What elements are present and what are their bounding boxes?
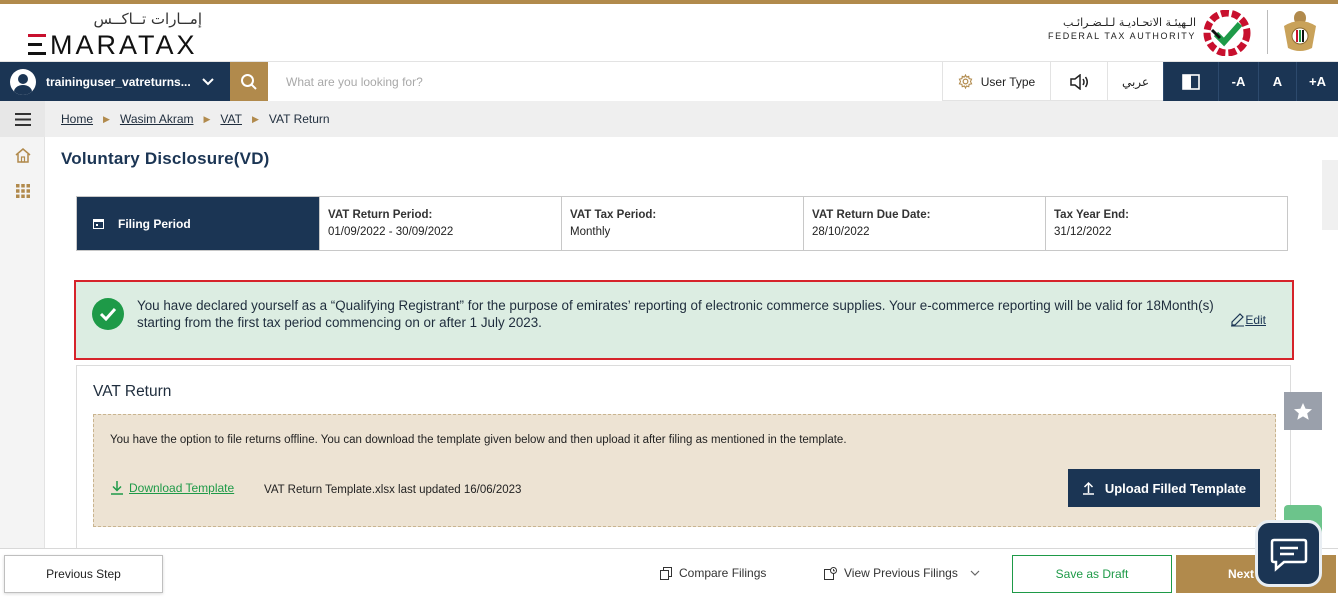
language-toggle[interactable]: عربي — [1107, 62, 1163, 101]
menu-icon — [14, 112, 31, 126]
breadcrumb-separator-icon: ▶ — [203, 113, 211, 124]
chevron-down-icon — [970, 570, 980, 576]
upload-template-button[interactable]: Upload Filled Template — [1068, 469, 1260, 507]
search-icon — [241, 73, 257, 90]
uae-emblem-icon — [1284, 11, 1316, 51]
chat-icon — [1270, 538, 1307, 572]
header-divider — [1267, 10, 1268, 54]
fta-english-name: FEDERAL TAX AUTHORITY — [1048, 31, 1196, 41]
star-icon — [1294, 402, 1312, 420]
font-decrease-button[interactable]: -A — [1218, 62, 1258, 101]
vat-tax-period-value: Monthly — [570, 226, 611, 238]
upload-icon — [1082, 481, 1094, 495]
user-type-label: User Type — [980, 74, 1036, 89]
favorite-button[interactable] — [1284, 392, 1322, 430]
filing-period-heading: Filing Period — [77, 197, 319, 250]
vat-tax-period-cell: VAT Tax Period: Monthly — [561, 197, 803, 250]
qualifying-registrant-notice: You have declared yourself as a “Qualify… — [74, 280, 1294, 360]
tax-year-end-value: 31/12/2022 — [1054, 226, 1112, 238]
view-previous-filings-dropdown[interactable]: View Previous Filings — [824, 566, 987, 580]
home-nav-button[interactable] — [0, 137, 45, 173]
vat-return-period-label: VAT Return Period: — [328, 209, 433, 221]
previous-step-button[interactable]: Previous Step — [4, 555, 163, 593]
site-header: إمــارات تــاكــس MARATAX الـهيئـة الاتح… — [0, 4, 1338, 60]
vat-return-period-value: 01/09/2022 - 30/09/2022 — [328, 226, 454, 238]
offline-filing-box: You have the option to file returns offl… — [93, 414, 1276, 527]
breadcrumb-separator-icon: ▶ — [103, 113, 110, 124]
vat-due-date-label: VAT Return Due Date: — [812, 209, 931, 221]
apps-grid-icon — [15, 184, 30, 198]
font-reset-button[interactable]: A — [1258, 62, 1296, 101]
edit-link[interactable]: Edit — [1230, 312, 1266, 327]
gear-icon — [958, 74, 973, 89]
page-title: Voluntary Disclosure(VD) — [61, 149, 270, 168]
fta-title: الـهيئـة الاتحـاديـة لـلـضـرائـب FEDERAL… — [1048, 16, 1196, 41]
user-menu[interactable]: traininguser_vatreturns... — [0, 62, 230, 101]
speaker-icon — [1070, 73, 1088, 90]
top-toolbar: traininguser_vatreturns... User Type عرب… — [0, 61, 1338, 101]
history-icon — [824, 566, 837, 580]
search-button[interactable] — [230, 62, 268, 101]
template-info: VAT Return Template.xlsx last updated 16… — [264, 484, 522, 496]
hamburger-menu-button[interactable] — [0, 101, 45, 137]
side-rail — [0, 101, 45, 551]
vat-return-panel: VAT Return You have the option to file r… — [76, 365, 1291, 555]
logo-e-mark-icon — [28, 34, 48, 56]
breadcrumb-current: VAT Return — [268, 112, 330, 126]
fta-emblem-icon — [1203, 10, 1251, 56]
vat-due-date-value: 28/10/2022 — [812, 226, 870, 238]
download-icon — [111, 481, 123, 495]
home-icon — [15, 147, 30, 163]
offline-instructions: You have the option to file returns offl… — [110, 434, 847, 446]
logo-english-text: MARATAX — [28, 30, 198, 61]
tax-year-end-label: Tax Year End: — [1054, 209, 1129, 221]
breadcrumb-taxpayer[interactable]: Wasim Akram — [120, 112, 194, 126]
calendar-icon — [93, 219, 104, 229]
filing-period-bar: Filing Period VAT Return Period: 01/09/2… — [76, 196, 1288, 251]
notice-message: You have declared yourself as a “Qualify… — [137, 298, 1214, 330]
apps-nav-button[interactable] — [0, 173, 45, 209]
username: traininguser_vatreturns... — [46, 74, 191, 89]
fta-arabic-name: الـهيئـة الاتحـاديـة لـلـضـرائـب — [1062, 16, 1196, 29]
vat-return-period-cell: VAT Return Period: 01/09/2022 - 30/09/20… — [319, 197, 561, 250]
search-input[interactable] — [268, 62, 942, 101]
compare-filings-link[interactable]: Compare Filings — [660, 566, 766, 580]
screen-reader-button[interactable] — [1050, 62, 1107, 101]
breadcrumb-separator-icon: ▶ — [251, 113, 259, 124]
contrast-toggle[interactable] — [1163, 62, 1218, 101]
save-as-draft-button[interactable]: Save as Draft — [1012, 555, 1172, 593]
vat-return-title: VAT Return — [93, 383, 172, 400]
edit-icon — [1231, 313, 1245, 327]
vat-tax-period-label: VAT Tax Period: — [570, 209, 657, 221]
check-circle-icon — [92, 298, 124, 330]
emaratax-logo[interactable]: إمــارات تــاكــس MARATAX — [28, 8, 208, 61]
contrast-icon — [1182, 73, 1200, 90]
footer-action-bar: Previous Step Compare Filings View Previ… — [0, 548, 1338, 603]
scrollbar[interactable] — [1322, 160, 1338, 230]
chevron-down-icon — [202, 77, 214, 85]
compare-icon — [660, 566, 672, 580]
chat-button-overlay[interactable] — [1255, 520, 1322, 587]
font-increase-button[interactable]: +A — [1296, 62, 1338, 101]
user-type-button[interactable]: User Type — [942, 62, 1050, 101]
user-avatar-icon — [10, 68, 36, 95]
download-template-link[interactable]: Download Template — [110, 480, 234, 495]
logo-arabic-text: إمــارات تــاكــس — [93, 10, 202, 28]
vat-due-date-cell: VAT Return Due Date: 28/10/2022 — [803, 197, 1045, 250]
tax-year-end-cell: Tax Year End: 31/12/2022 — [1045, 197, 1287, 250]
breadcrumb-home[interactable]: Home — [61, 112, 93, 126]
breadcrumb: Home ▶ Wasim Akram ▶ VAT ▶ VAT Return — [45, 101, 1338, 137]
breadcrumb-vat[interactable]: VAT — [220, 112, 242, 126]
